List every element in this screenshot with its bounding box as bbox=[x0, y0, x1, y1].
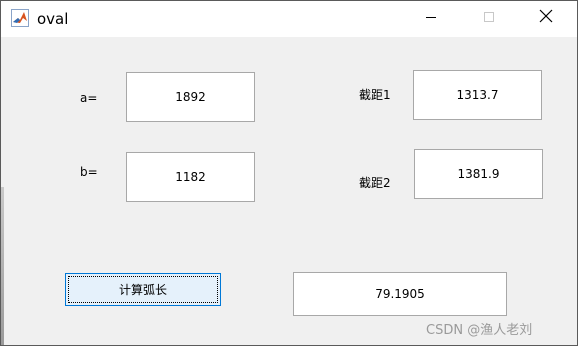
window-title: oval bbox=[37, 10, 69, 28]
calculate-button-label: 计算弧长 bbox=[118, 283, 167, 297]
calculate-arc-length-button[interactable]: 计算弧长 bbox=[65, 273, 221, 306]
a-input[interactable]: 1892 bbox=[126, 72, 255, 122]
close-button[interactable] bbox=[523, 1, 569, 33]
background-window-edge bbox=[1, 187, 4, 345]
intercept2-label: 截距2 bbox=[359, 176, 391, 190]
maximize-button[interactable] bbox=[466, 1, 512, 33]
intercept2-output[interactable]: 1381.9 bbox=[414, 149, 543, 199]
b-input[interactable]: 1182 bbox=[126, 152, 255, 202]
close-icon bbox=[539, 8, 553, 27]
intercept1-output[interactable]: 1313.7 bbox=[413, 70, 542, 120]
intercept1-label: 截距1 bbox=[359, 88, 391, 102]
arc-length-result[interactable]: 79.1905 bbox=[293, 272, 507, 316]
title-bar[interactable]: oval bbox=[1, 1, 577, 37]
app-window: oval a= 1892 b= 1182 截距1 1313.7 截距2 1381… bbox=[0, 0, 578, 346]
minimize-icon bbox=[425, 8, 437, 27]
maximize-icon bbox=[483, 8, 495, 27]
watermark: CSDN @渔人老刘 bbox=[426, 323, 533, 338]
matlab-icon bbox=[11, 9, 29, 27]
b-label: b= bbox=[80, 165, 98, 179]
minimize-button[interactable] bbox=[408, 1, 454, 33]
a-label: a= bbox=[80, 91, 98, 105]
